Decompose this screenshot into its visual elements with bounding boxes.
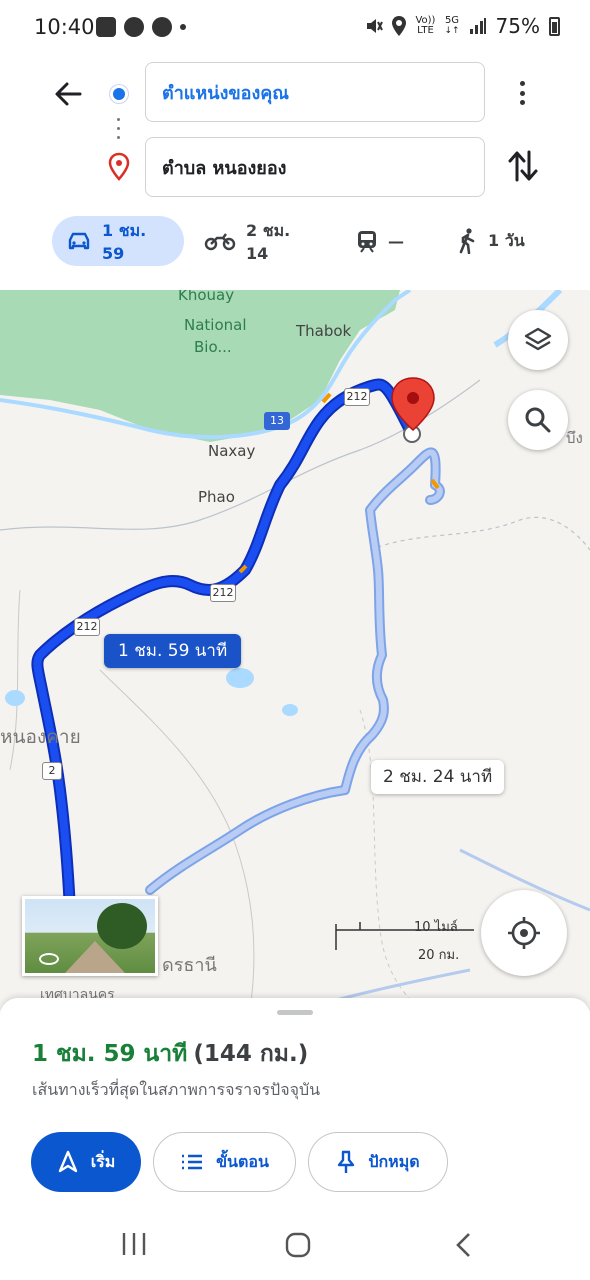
- scale-km: 20 กม.: [418, 948, 460, 963]
- back-nav-icon[interactable]: [454, 1231, 474, 1259]
- destination-pin-icon: [108, 152, 130, 181]
- origin-dot-icon: [110, 85, 128, 103]
- alternative-route-time-badge[interactable]: 2 ชม. 24 นาที: [371, 760, 505, 794]
- street-view-icon: [39, 953, 59, 965]
- scale-miles: 10 ไมล์: [414, 920, 458, 935]
- route-shield-212-north: 212: [344, 388, 370, 406]
- car-icon: [68, 232, 90, 250]
- battery-icon: [549, 16, 560, 36]
- label-khouay: Khouay: [178, 290, 235, 304]
- label-national: National: [184, 316, 247, 334]
- swap-icon: [508, 150, 538, 182]
- label-phao: Phao: [198, 488, 235, 506]
- status-time: 10:40: [34, 15, 95, 39]
- origin-field[interactable]: ตำแหน่งของคุณ: [145, 62, 485, 122]
- battery-percent: 75%: [495, 14, 540, 38]
- label-udon: ดรธานี: [162, 955, 217, 976]
- system-navigation-bar: [0, 1215, 590, 1280]
- map-scale: 10 ไมล์ 20 กม.: [334, 916, 494, 963]
- messenger-notification-icon: [124, 17, 144, 37]
- route-shield-212-west: 212: [74, 618, 100, 636]
- directions-header: ตำแหน่งของคุณ ตำบล หนองยอง 1 ชม. 59 2 ชม…: [0, 56, 590, 290]
- train-icon: [358, 231, 376, 253]
- mode-transit-tab[interactable]: —: [342, 216, 422, 266]
- start-navigation-button[interactable]: เริ่ม: [31, 1132, 141, 1192]
- destination-field[interactable]: ตำบล หนองยอง: [145, 137, 485, 197]
- mute-icon: [367, 19, 384, 33]
- network-type: 5G ↓↑: [444, 15, 460, 37]
- location-icon: [392, 16, 407, 36]
- travel-mode-tabs: 1 ชม. 59 2 ชม. 14 — 1 วัน: [0, 216, 590, 266]
- map-view[interactable]: Khouay National Bio... Thabok Naxay Phao…: [0, 290, 590, 1010]
- motorcycle-icon: [204, 233, 236, 251]
- route-shield-212-mid: 212: [210, 584, 236, 602]
- recent-apps-icon[interactable]: [120, 1231, 148, 1257]
- route-distance: (144 กม.): [193, 1041, 309, 1067]
- route-shield-2: 2: [42, 762, 62, 780]
- route-duration: 1 ชม. 59 นาที: [32, 1041, 188, 1067]
- steps-button[interactable]: ขั้นตอน: [153, 1132, 296, 1192]
- label-nongkhai: หนองคาย: [0, 726, 81, 748]
- layers-icon: [524, 327, 552, 351]
- pin-icon: [338, 1150, 355, 1173]
- maps-directions-screen: 10:40 Vo)) LTE 5G ↓↑ 75% ตำแหน่งของคุณ ต…: [0, 0, 590, 1280]
- gallery-notification-icon: [96, 17, 116, 37]
- volte-indicator: Vo)) LTE: [415, 15, 436, 36]
- crosshair-icon: [508, 917, 540, 949]
- route-description: เส้นทางเร็วที่สุดในสภาพการจราจรปัจจุบัน: [32, 1080, 321, 1099]
- signal-icon: [469, 18, 486, 34]
- route-shield-13: 13: [264, 412, 290, 430]
- list-icon: [182, 1154, 203, 1170]
- more-notifications-icon: [180, 24, 186, 30]
- walking-icon: [459, 228, 475, 254]
- back-button[interactable]: [50, 76, 86, 112]
- pin-route-button[interactable]: ปักหมุด: [308, 1132, 448, 1192]
- mode-motorcycle-tab[interactable]: 2 ชม. 14: [190, 216, 320, 266]
- navigation-arrow-icon: [58, 1150, 77, 1173]
- label-naxay: Naxay: [208, 442, 256, 460]
- label-bio: Bio...: [194, 338, 232, 356]
- route-connector: [117, 118, 121, 139]
- alternative-route[interactable]: [147, 449, 443, 893]
- mode-drive-tab[interactable]: 1 ชม. 59: [52, 216, 184, 266]
- route-summary: 1 ชม. 59 นาที (144 กม.): [32, 1036, 308, 1072]
- sheet-drag-handle[interactable]: [277, 1010, 313, 1015]
- more-options-button[interactable]: [512, 78, 532, 108]
- line-notification-icon: [152, 17, 172, 37]
- layers-button[interactable]: [508, 310, 568, 370]
- street-view-thumbnail[interactable]: [22, 896, 158, 976]
- search-icon: [525, 407, 551, 433]
- search-along-route-button[interactable]: [508, 390, 568, 450]
- back-arrow-icon: [55, 82, 82, 106]
- label-bueng: บึง: [566, 429, 583, 447]
- status-bar: 10:40 Vo)) LTE 5G ↓↑ 75%: [0, 0, 590, 56]
- mode-walk-tab[interactable]: 1 วัน: [444, 216, 540, 266]
- swap-route-button[interactable]: [506, 148, 540, 184]
- main-route-time-badge[interactable]: 1 ชม. 59 นาที: [104, 634, 242, 668]
- alternative-route-outline: [145, 447, 445, 895]
- label-thabok: Thabok: [296, 322, 352, 340]
- home-icon[interactable]: [284, 1231, 312, 1259]
